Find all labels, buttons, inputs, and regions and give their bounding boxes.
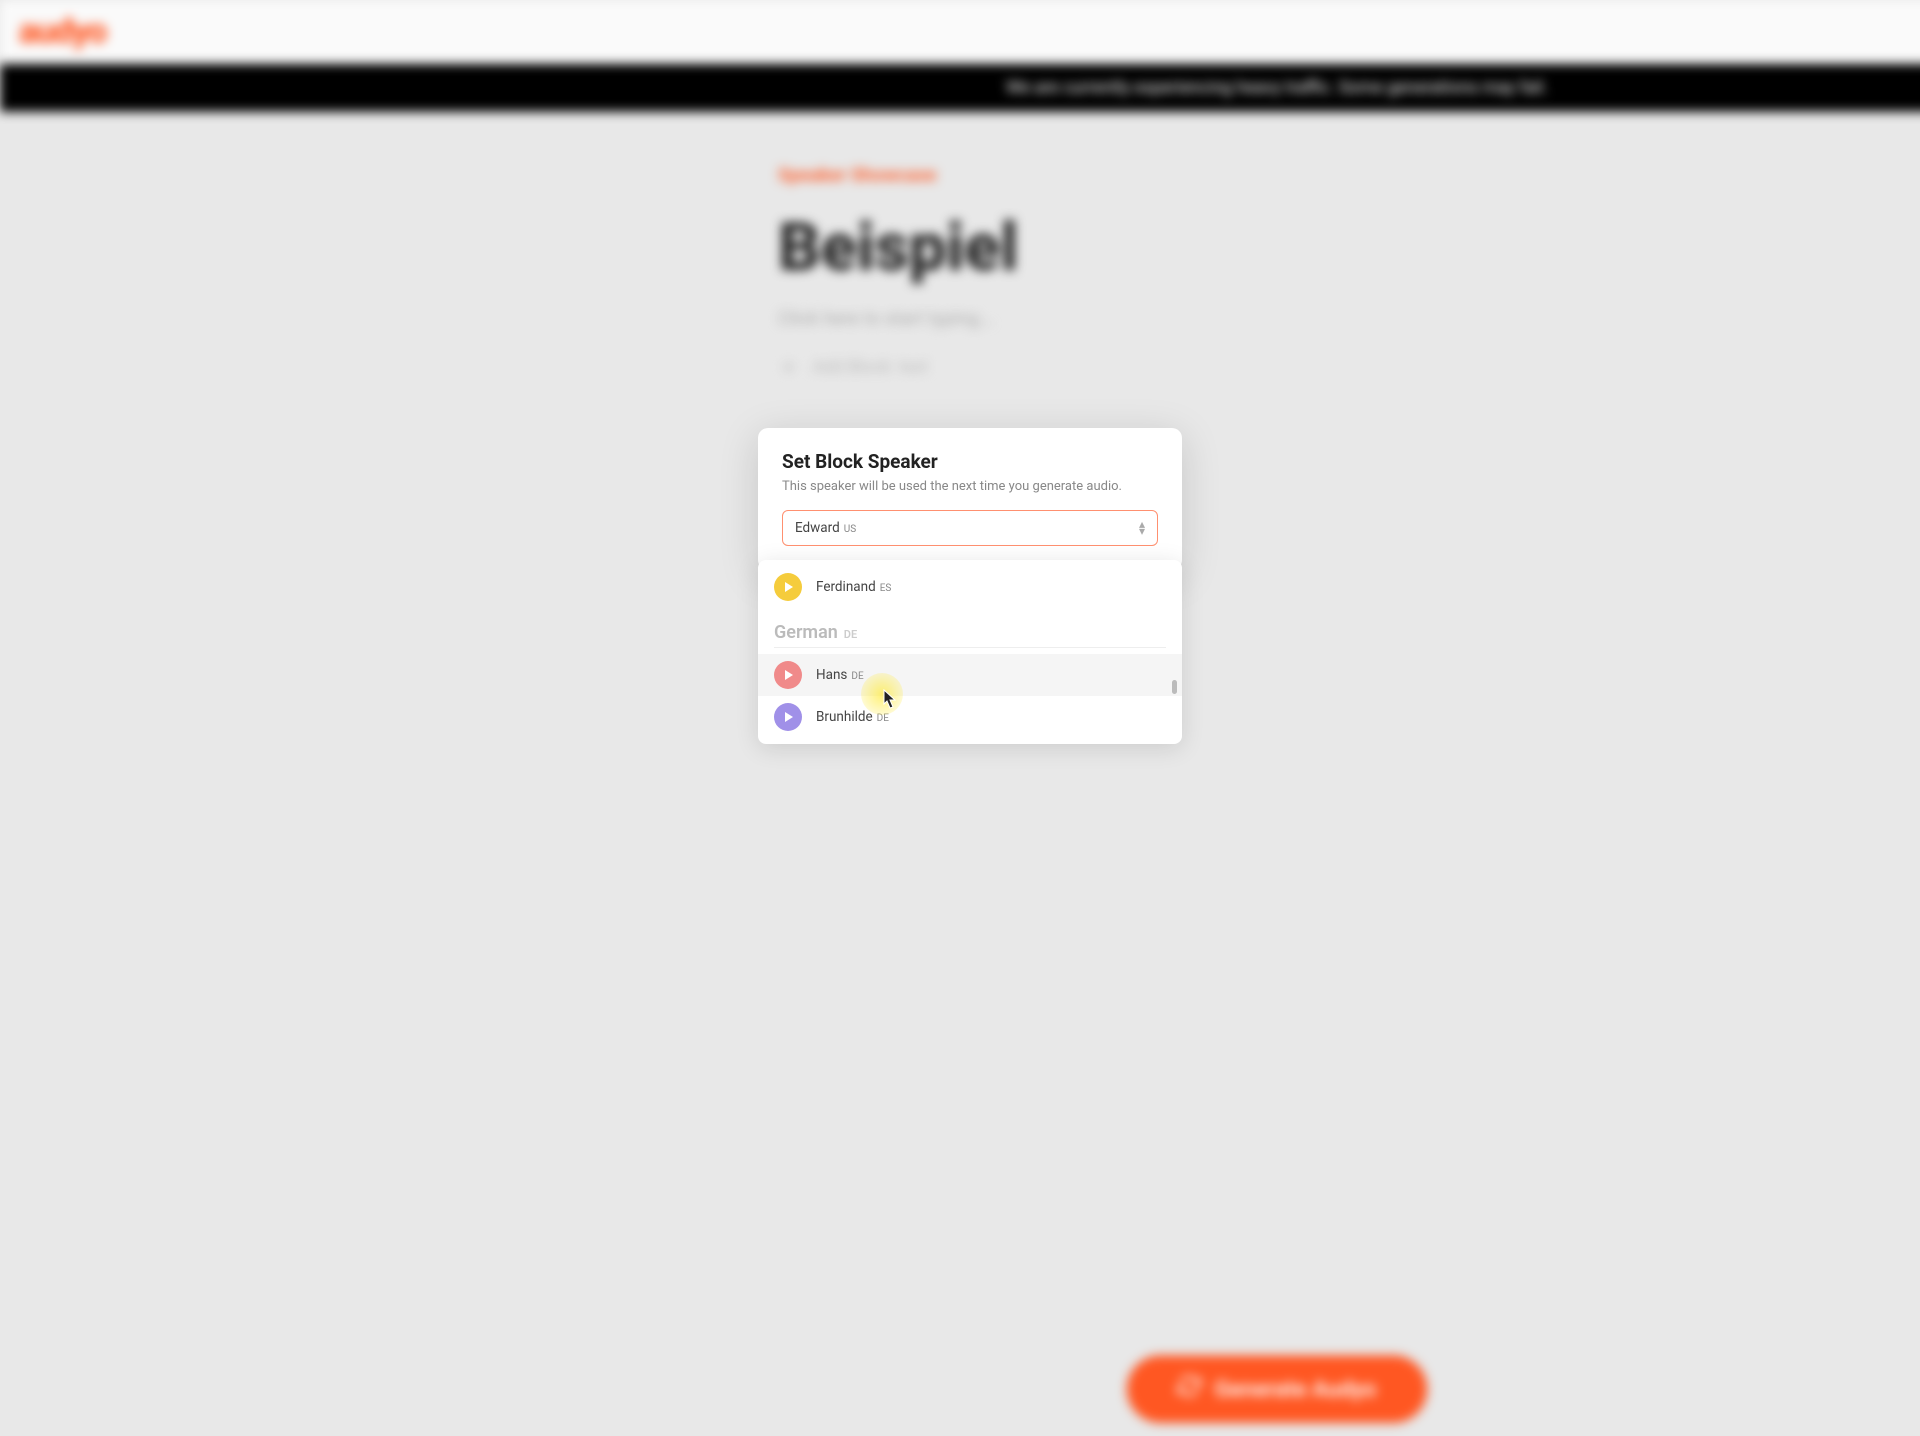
- speaker-option-ferdinand[interactable]: Ferdinand ES: [758, 566, 1182, 608]
- option-name: Brunhilde: [816, 709, 873, 725]
- play-preview-icon[interactable]: [774, 703, 802, 731]
- option-lang: DE: [851, 671, 863, 682]
- speaker-option-brunhilde[interactable]: Brunhilde DE: [758, 696, 1182, 738]
- language-group-header: German DE: [774, 608, 1166, 648]
- traffic-warning-banner: We are currently experiencing heavy traf…: [0, 64, 1920, 112]
- option-lang: ES: [880, 583, 892, 594]
- logo[interactable]: audyo: [19, 12, 107, 52]
- add-block-label: Add Block: text: [813, 357, 928, 377]
- page-title[interactable]: Beispiel: [778, 210, 1576, 287]
- play-preview-icon[interactable]: [774, 573, 802, 601]
- speaker-dropdown-list[interactable]: Ferdinand ES German DE Hans DE Brunhilde…: [758, 560, 1182, 744]
- set-block-speaker-modal: Set Block Speaker This speaker will be u…: [758, 428, 1182, 570]
- modal-subtitle: This speaker will be used the next time …: [782, 479, 1158, 494]
- generate-label: Generate Audyo: [1214, 1376, 1376, 1403]
- chevrons-icon: ▴▾: [1139, 521, 1145, 535]
- play-preview-icon[interactable]: [774, 661, 802, 689]
- modal-title: Set Block Speaker: [782, 450, 1158, 473]
- add-block-button[interactable]: Add Block: text: [778, 356, 1576, 377]
- speaker-select[interactable]: Edward US ▴▾: [782, 510, 1158, 546]
- editor-placeholder[interactable]: Click here to start typing...: [778, 309, 1576, 330]
- app-header: audyo Feedback +1 hour free AK: [0, 0, 1920, 64]
- option-name: Hans: [816, 667, 847, 683]
- generate-audyo-button[interactable]: Generate Audyo: [1127, 1355, 1427, 1423]
- selected-speaker-name: Edward: [795, 520, 840, 536]
- selected-speaker-lang: US: [844, 524, 856, 535]
- plus-icon: [778, 356, 799, 377]
- dropdown-scrollbar[interactable]: [1172, 680, 1177, 694]
- option-name: Ferdinand: [816, 579, 876, 595]
- speaker-option-hans[interactable]: Hans DE: [758, 654, 1182, 696]
- refresh-icon: [1177, 1374, 1201, 1405]
- option-lang: DE: [877, 713, 889, 724]
- breadcrumb[interactable]: Speaker Showcase: [778, 165, 1576, 186]
